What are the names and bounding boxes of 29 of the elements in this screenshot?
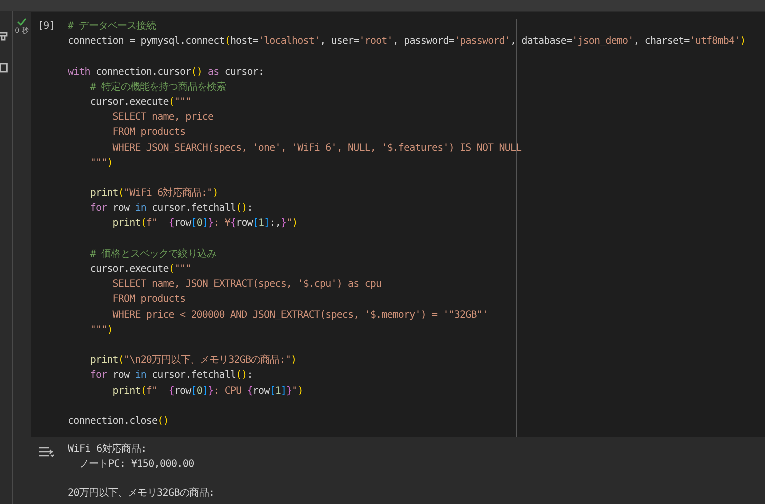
code-line: SELECT name, price xyxy=(112,111,215,126)
code-line: print(f" {row[0]}: CPU {row[1]}") xyxy=(112,384,304,398)
code-line: # データベース接続 xyxy=(68,20,157,34)
code-line: cursor.execute(""" xyxy=(89,96,192,110)
code-line: # 特定の機能を持つ商品を検索 xyxy=(89,80,228,95)
code-line: print(f" {row[0]}: ¥{row[1]:,}") xyxy=(112,217,299,232)
code-line: # 価格とスペックで絞り込み xyxy=(89,248,218,262)
code-line: connection.close() xyxy=(68,414,170,429)
code-line: """) xyxy=(89,324,114,338)
code-line: connection = pymysql.connect(host='localhost', user='root', password='password', database='json_demo', charset='utf8mb4') xyxy=(68,35,747,50)
code-line: print("WiFi 6対応商品:") xyxy=(89,186,220,202)
code-line: cursor.execute(""" xyxy=(89,263,192,277)
code-line: with connection.cursor() as cursor: xyxy=(68,66,266,80)
code-line: """) xyxy=(89,156,114,171)
output-line: 20万円以下、メモリ32GBの商品: xyxy=(68,486,215,501)
code-line: print("\n20万円以下、メモリ32GBの商品:") xyxy=(89,354,298,368)
window-icon[interactable] xyxy=(0,63,8,73)
code-line: FROM products xyxy=(112,126,187,140)
code-line: for row in cursor.fetchall(): xyxy=(89,202,254,216)
code-line: FROM products xyxy=(112,293,187,308)
code-line: WHERE price < 200000 AND JSON_EXTRACT(specs, '$.memory') = '"32GB"' xyxy=(112,308,490,323)
execution-count: [9] xyxy=(38,20,56,34)
code-line: WHERE JSON_SEARCH(specs, 'one', 'WiFi 6', NULL, '$.features') IS NOT NULL xyxy=(112,142,523,156)
output-actions-icon[interactable] xyxy=(38,446,54,458)
code-line: SELECT name, JSON_EXTRACT(specs, '$.cpu') as cpu xyxy=(112,278,383,292)
code-line: for row in cursor.fetchall(): xyxy=(89,369,254,384)
code-cell[interactable] xyxy=(31,12,765,438)
output-line: ノートPC: ¥150,000.00 xyxy=(78,458,196,472)
output-line: WiFi 6対応商品: xyxy=(68,443,148,458)
